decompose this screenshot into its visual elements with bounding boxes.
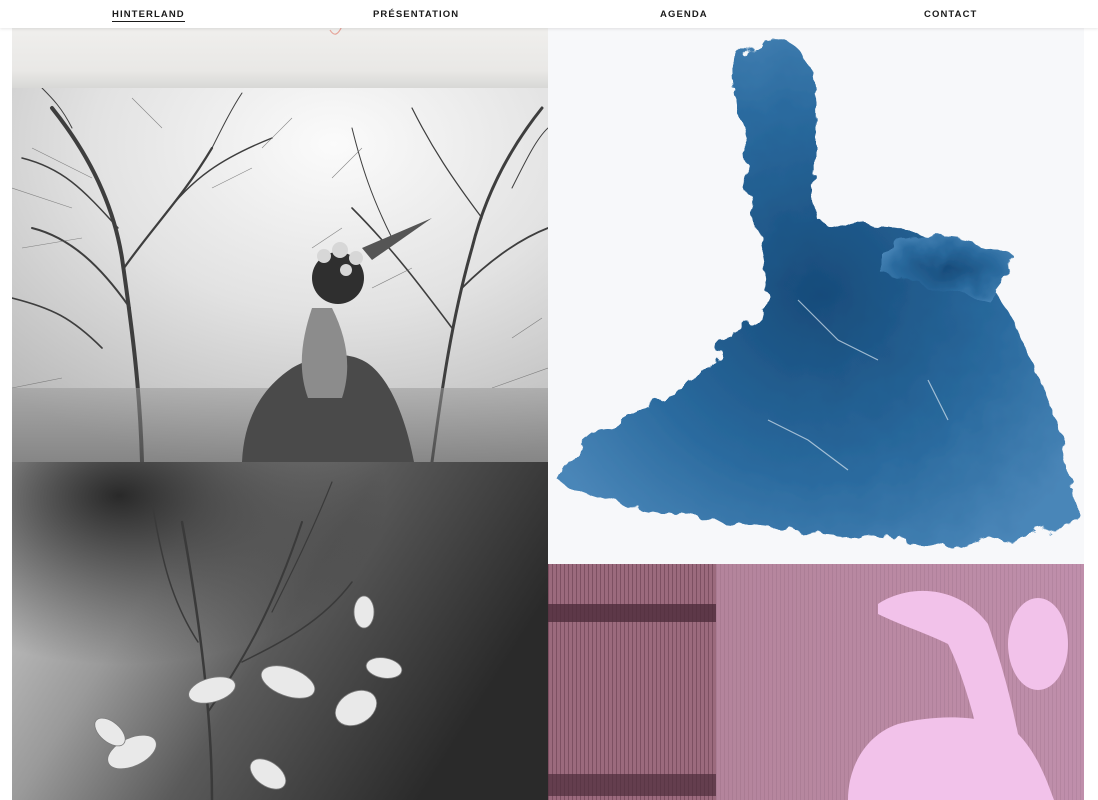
nav-link-agenda[interactable]: AGENDA [660, 9, 708, 20]
nav-link-presentation[interactable]: PRÉSENTATION [373, 9, 459, 20]
gallery-image-pink-figure[interactable] [548, 564, 1084, 800]
gallery-image-figure-in-trees[interactable] [12, 88, 548, 462]
top-navigation: HINTERLAND PRÉSENTATION AGENDA CONTACT [0, 0, 1098, 28]
magnolia-photo [12, 462, 548, 800]
image-gallery-grid [12, 0, 1084, 800]
gallery-image-magnolia[interactable] [12, 462, 548, 800]
figure-in-trees-photo [12, 88, 548, 462]
nav-link-hinterland[interactable]: HINTERLAND [112, 9, 185, 22]
pink-figure-artwork [548, 564, 1084, 800]
cyanotype-artwork [548, 0, 1084, 564]
nav-link-contact[interactable]: CONTACT [924, 9, 977, 20]
gallery-image-cyanotype[interactable] [548, 0, 1084, 564]
